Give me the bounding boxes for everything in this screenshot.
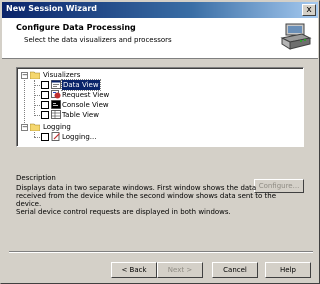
data-view-icon — [51, 80, 61, 89]
description-label: Description — [16, 174, 56, 182]
request-view-checkbox[interactable] — [41, 91, 49, 99]
description-line: Displays data in two separate windows. F… — [16, 184, 257, 192]
folder-icon — [30, 71, 40, 79]
title-bar[interactable]: New Session Wizard x — [2, 2, 318, 18]
page-title: Configure Data Processing — [16, 23, 136, 32]
table-view-icon — [51, 110, 61, 119]
console-view-icon — [51, 100, 61, 109]
close-button[interactable]: x — [302, 4, 316, 16]
item-label: Console View — [62, 101, 109, 109]
wizard-window: New Session Wizard x Configure Data Proc… — [0, 0, 320, 284]
description-text: Displays data in two separate windows. F… — [16, 184, 277, 216]
back-button[interactable]: < Back — [111, 262, 157, 278]
page-subtitle: Select the data visualizers and processo… — [24, 36, 172, 44]
tree-item-console-view[interactable]: Console View — [20, 100, 300, 110]
window-title: New Session Wizard — [6, 4, 98, 13]
next-button[interactable]: Next > — [157, 262, 203, 278]
table-view-checkbox[interactable] — [41, 111, 49, 119]
processor-tree[interactable]: − Visualizers Data View Request View Con… — [16, 67, 304, 147]
logging-icon — [51, 132, 60, 141]
tree-item-logging[interactable]: Logging... — [20, 132, 300, 142]
tree-group-logging[interactable]: − Logging — [20, 122, 300, 132]
tree-group-visualizers[interactable]: − Visualizers — [20, 70, 300, 80]
request-view-icon — [51, 90, 61, 99]
network-devices-icon — [280, 23, 312, 50]
item-label: Request View — [62, 91, 110, 99]
group-label: Logging — [43, 123, 71, 131]
close-icon: x — [306, 5, 312, 15]
collapse-logging-button[interactable]: − — [21, 124, 28, 131]
folder-icon — [30, 123, 40, 131]
item-label: Data View — [61, 79, 101, 91]
data-view-checkbox[interactable] — [41, 81, 49, 89]
cancel-button[interactable]: Cancel — [212, 262, 258, 278]
tree-item-table-view[interactable]: Table View — [20, 110, 300, 120]
group-label: Visualizers — [43, 71, 81, 79]
item-label: Logging... — [62, 133, 97, 141]
help-button[interactable]: Help — [265, 262, 311, 278]
console-view-checkbox[interactable] — [41, 101, 49, 109]
collapse-visualizers-button[interactable]: − — [21, 72, 28, 79]
divider — [9, 251, 313, 253]
logging-checkbox[interactable] — [41, 133, 49, 141]
tree-item-request-view[interactable]: Request View — [20, 90, 300, 100]
tree-item-data-view[interactable]: Data View — [20, 79, 300, 91]
configure-button[interactable]: Configure... — [254, 179, 304, 193]
description-line: Serial device control requests are displ… — [16, 208, 231, 216]
wizard-header: Configure Data Processing Select the dat… — [2, 18, 318, 59]
description-line: received from the device while the secon… — [16, 192, 277, 200]
description-line: device. — [16, 200, 42, 208]
item-label: Table View — [62, 111, 99, 119]
